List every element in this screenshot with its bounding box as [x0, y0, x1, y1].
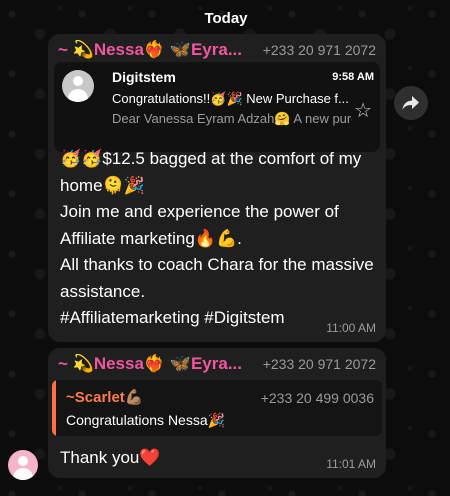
quoted-sender-phone: +233 20 499 0036: [260, 390, 374, 406]
date-divider: Today: [204, 10, 248, 27]
email-subject: Congratulations!!🥳🎉 New Purchase f...: [112, 91, 349, 106]
default-avatar-icon: [62, 70, 94, 102]
quoted-message[interactable]: ~Scarlet💪🏽 +233 20 499 0036 Congratulati…: [52, 380, 382, 436]
sender-avatar[interactable]: [8, 450, 38, 480]
email-time: 9:58 AM: [332, 71, 374, 83]
message-bubble-2[interactable]: ~ 💫Nessa❤️‍🔥 🦋Eyra... +233 20 971 2072 ~…: [48, 348, 386, 478]
message-bubble-1[interactable]: ~ 💫Nessa❤️‍🔥 🦋Eyra... +233 20 971 2072 D…: [48, 34, 386, 342]
star-outline-icon: ☆: [354, 100, 372, 122]
message-time: 11:01 AM: [326, 457, 376, 471]
forward-button[interactable]: [394, 86, 428, 120]
quote-accent-bar: [52, 380, 56, 436]
message-time: 11:00 AM: [326, 321, 376, 335]
sender-phone: +233 20 971 2072: [262, 356, 376, 372]
message-text: Thank you❤️: [60, 448, 161, 467]
sender-row: ~ 💫Nessa❤️‍🔥 🦋Eyra... +233 20 971 2072: [58, 354, 376, 374]
sender-name[interactable]: ~ 💫Nessa❤️‍🔥 🦋Eyra...: [58, 354, 242, 374]
email-preview-image[interactable]: Digitstem 9:58 AM Congratulations!!🥳🎉 Ne…: [54, 62, 380, 152]
sender-name[interactable]: ~ 💫Nessa❤️‍🔥 🦋Eyra...: [58, 40, 242, 60]
sender-row: ~ 💫Nessa❤️‍🔥 🦋Eyra... +233 20 971 2072: [58, 40, 376, 60]
message-text: 🥳🥳$12.5 bagged at the comfort of my home…: [60, 149, 374, 327]
quoted-text: Congratulations Nessa🎉: [66, 412, 226, 428]
quoted-sender-name: ~Scarlet💪🏽: [66, 389, 144, 406]
email-snippet: Dear Vanessa Eyram Adzah🤗 A new purc...: [112, 111, 352, 126]
sender-phone: +233 20 971 2072: [262, 42, 376, 58]
email-sender: Digitstem: [112, 69, 176, 85]
forward-arrow-icon: [402, 96, 419, 110]
